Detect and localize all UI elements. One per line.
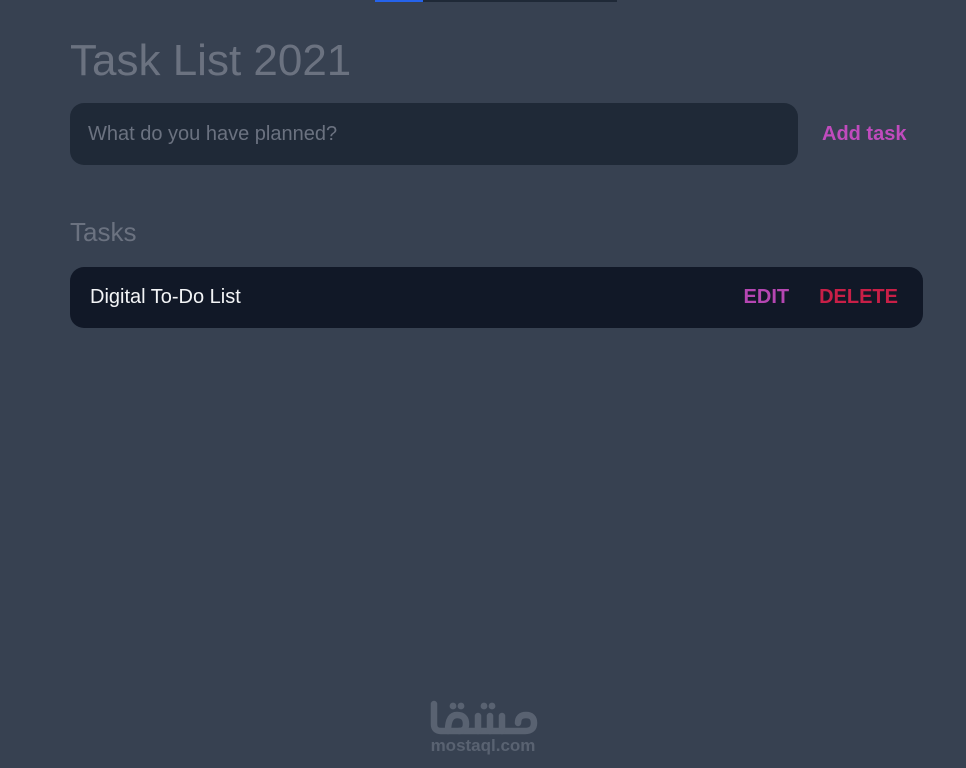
top-progress-bar	[375, 0, 617, 2]
mostaql-logo-icon	[430, 700, 538, 735]
task-actions: EDIT DELETE	[744, 286, 903, 309]
new-task-form: Add task	[70, 103, 930, 165]
new-task-input[interactable]	[70, 103, 798, 165]
task-text: Digital To-Do List	[90, 286, 241, 308]
top-progress-fill	[375, 0, 424, 2]
delete-task-button[interactable]: DELETE	[819, 286, 898, 309]
watermark-domain: mostaql.com	[430, 736, 536, 755]
mostaql-watermark: mostaql.com	[424, 700, 542, 756]
task-item: Digital To-Do List EDIT DELETE	[70, 267, 923, 328]
tasks-heading: Tasks	[70, 217, 137, 247]
app-page: Task List 2021 Add task Tasks Digital To…	[0, 0, 966, 768]
page-title: Task List 2021	[70, 36, 352, 85]
edit-task-button[interactable]: EDIT	[744, 286, 790, 309]
add-task-button[interactable]: Add task	[822, 103, 930, 165]
